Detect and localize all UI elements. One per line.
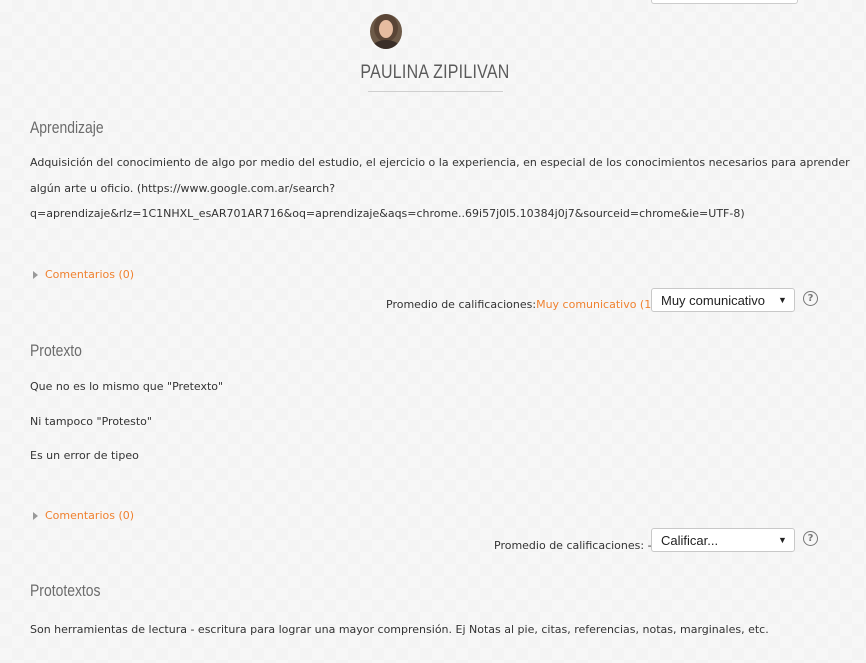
triangle-right-icon bbox=[33, 511, 38, 520]
author-name: PAULINA ZIPILIVAN bbox=[360, 62, 510, 83]
entry-heading: Prototextos bbox=[30, 581, 101, 600]
top-search-field[interactable] bbox=[651, 0, 798, 4]
rating-average: Promedio de calificaciones:Muy comunicat… bbox=[386, 298, 656, 311]
entry-paragraph: Son herramientas de lectura - escritura … bbox=[30, 623, 769, 636]
rating-select[interactable]: Calificar... ▼ bbox=[651, 528, 795, 552]
rating-average-link[interactable]: Muy comunicativo (1) bbox=[536, 298, 655, 311]
rating-average-label: Promedio de calificaciones: bbox=[386, 298, 537, 311]
entry-heading: Aprendizaje bbox=[30, 118, 104, 137]
rating-select-value: Muy comunicativo bbox=[661, 292, 766, 308]
question-circle-icon[interactable]: ? bbox=[803, 291, 818, 306]
comments-label: Comentarios (0) bbox=[45, 509, 135, 522]
entry-paragraph: Que no es lo mismo que "Pretexto" bbox=[30, 380, 224, 393]
entry-paragraph: algún arte u oficio. (https://www.google… bbox=[30, 182, 336, 195]
entry-heading: Protexto bbox=[30, 341, 82, 360]
entry-paragraph: Es un error de tipeo bbox=[30, 449, 139, 462]
entry-paragraph: Adquisición del conocimiento de algo por… bbox=[30, 156, 850, 169]
author-divider bbox=[368, 91, 503, 92]
question-circle-icon[interactable]: ? bbox=[803, 531, 818, 546]
caret-down-icon: ▼ bbox=[778, 295, 787, 305]
entry-paragraph: Ni tampoco "Protesto" bbox=[30, 415, 152, 428]
comments-toggle[interactable]: Comentarios (0) bbox=[33, 509, 134, 522]
rating-select[interactable]: Muy comunicativo ▼ bbox=[651, 288, 795, 312]
rating-average-label: Promedio de calificaciones: - bbox=[494, 539, 652, 552]
rating-select-value: Calificar... bbox=[661, 532, 719, 548]
triangle-right-icon bbox=[33, 270, 38, 279]
rating-average: Promedio de calificaciones: - bbox=[494, 539, 652, 552]
comments-toggle[interactable]: Comentarios (0) bbox=[33, 268, 134, 281]
author-avatar bbox=[370, 14, 402, 49]
comments-label: Comentarios (0) bbox=[45, 268, 135, 281]
caret-down-icon: ▼ bbox=[778, 535, 787, 545]
entry-paragraph: q=aprendizaje&rlz=1C1NHXL_esAR701AR716&o… bbox=[30, 207, 745, 220]
